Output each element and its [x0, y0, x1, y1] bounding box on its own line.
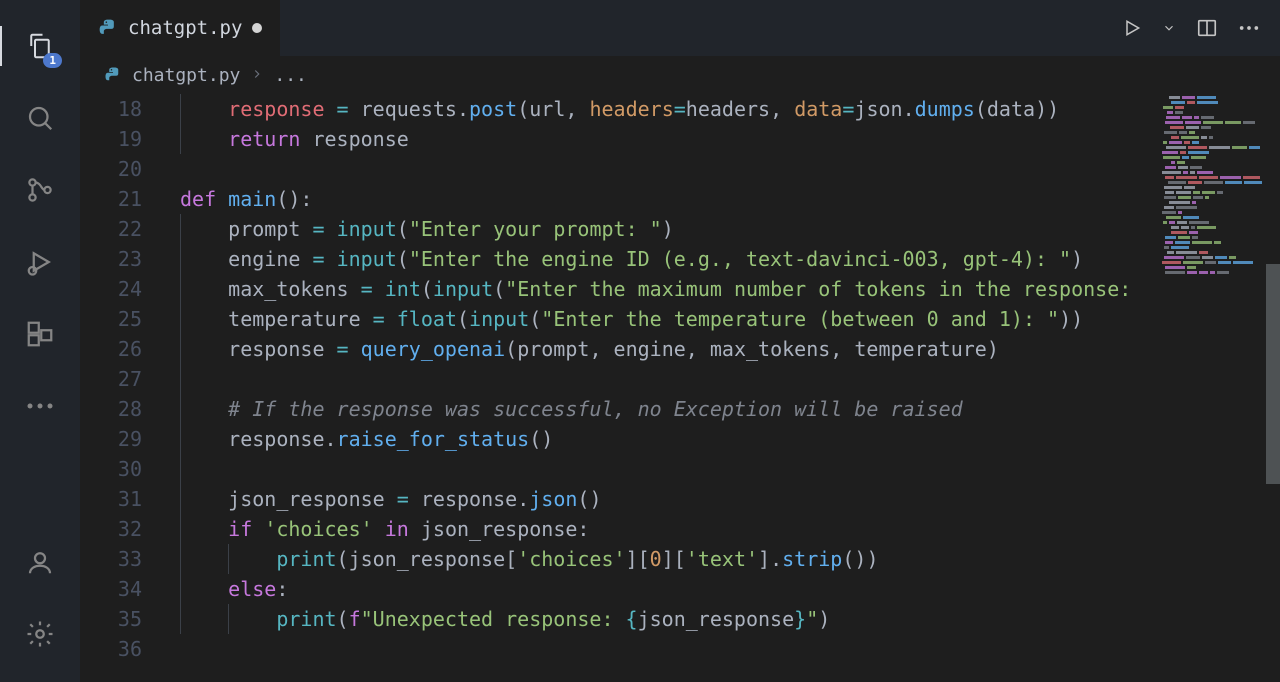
title-actions [1122, 0, 1280, 56]
breadcrumb-filename: chatgpt.py [132, 65, 240, 86]
tab-chatgpt[interactable]: chatgpt.py [80, 0, 280, 56]
chevron-right-icon [250, 65, 264, 86]
account-icon[interactable] [12, 534, 68, 590]
breadcrumb[interactable]: chatgpt.py ... [80, 56, 1280, 94]
code-area[interactable]: response = requests.post(url, headers=he… [160, 94, 1280, 682]
run-debug-icon[interactable] [12, 234, 68, 290]
run-button[interactable] [1122, 18, 1142, 38]
search-icon[interactable] [12, 90, 68, 146]
python-file-icon [98, 18, 118, 38]
editor[interactable]: 18192021222324252627282930313233343536 r… [80, 94, 1280, 682]
explorer-icon[interactable]: 1 [12, 18, 68, 74]
explorer-badge: 1 [43, 53, 62, 68]
tab-bar: chatgpt.py [80, 0, 1280, 56]
line-gutter: 18192021222324252627282930313233343536 [80, 94, 160, 682]
source-control-icon[interactable] [12, 162, 68, 218]
settings-gear-icon[interactable] [12, 606, 68, 662]
extensions-icon[interactable] [12, 306, 68, 362]
python-file-icon [104, 66, 122, 84]
editor-more-icon[interactable] [1238, 24, 1260, 32]
vertical-scrollbar[interactable] [1266, 94, 1280, 682]
scroll-thumb[interactable] [1266, 264, 1280, 484]
tab-filename: chatgpt.py [128, 17, 242, 39]
minimap[interactable] [1156, 94, 1266, 274]
tab-dirty-dot-icon [252, 23, 262, 33]
run-dropdown-icon[interactable] [1162, 21, 1176, 35]
breadcrumb-trail: ... [274, 65, 307, 86]
more-icon[interactable] [12, 378, 68, 434]
activity-bar: 1 [0, 0, 80, 682]
split-editor-icon[interactable] [1196, 17, 1218, 39]
